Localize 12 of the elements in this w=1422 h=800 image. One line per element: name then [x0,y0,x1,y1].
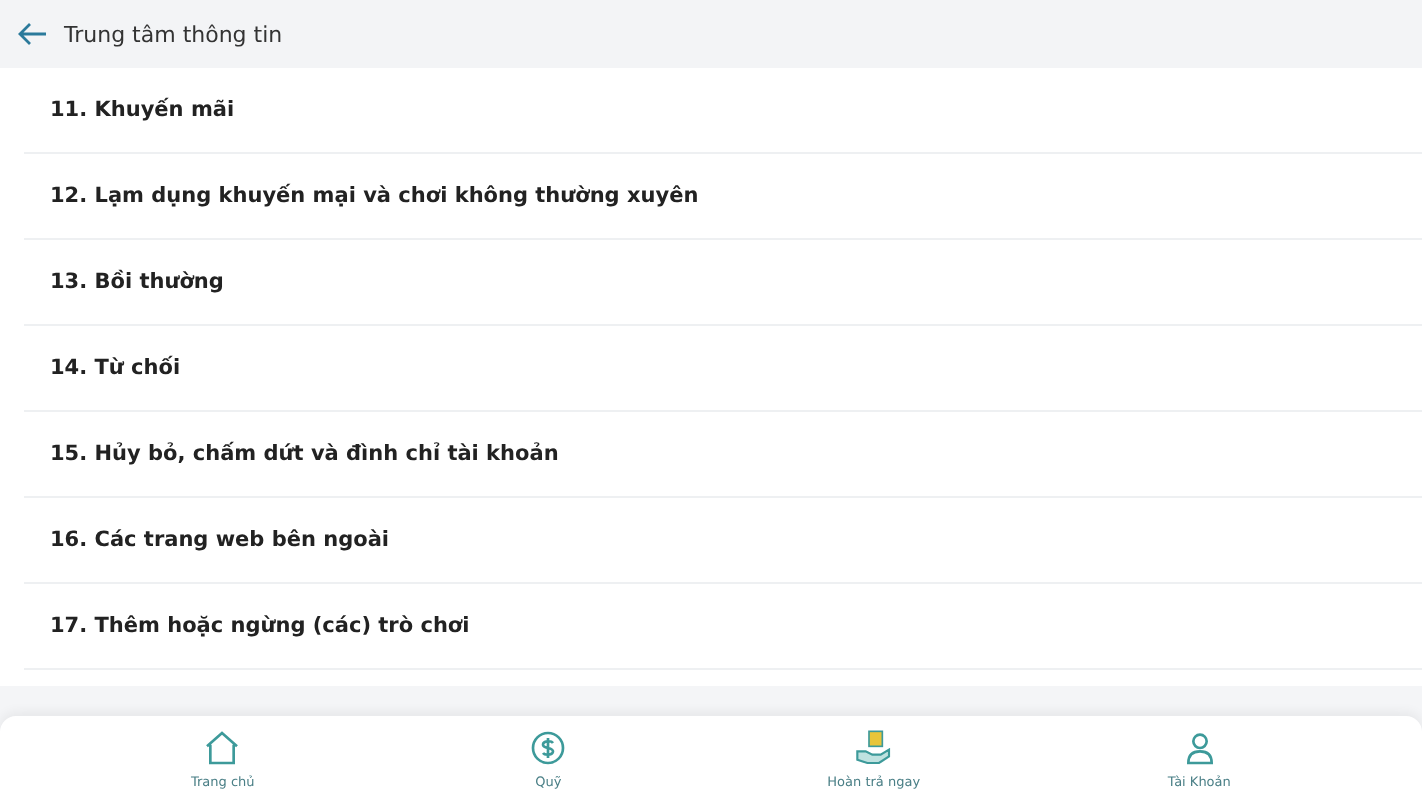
list-item[interactable]: 16. Các trang web bên ngoài [24,498,1422,584]
list-item[interactable]: 15. Hủy bỏ, chấm dứt và đình chỉ tài khoản [24,412,1422,498]
list-item[interactable]: 17. Thêm hoặc ngừng (các) trò chơi [24,584,1422,670]
hand-money-icon [853,727,894,767]
back-button[interactable] [16,20,48,48]
home-icon [202,727,243,767]
list-item[interactable]: 13. Bồi thường [24,240,1422,326]
list-item[interactable]: 14. Từ chối [24,326,1422,412]
dollar-icon [528,727,569,767]
page-title: Trung tâm thông tin [64,21,283,47]
list-item[interactable]: 12. Lạm dụng khuyến mại và chơi không thường xuyên [24,154,1422,240]
list-item[interactable]: 11. Khuyến mãi [24,68,1422,154]
